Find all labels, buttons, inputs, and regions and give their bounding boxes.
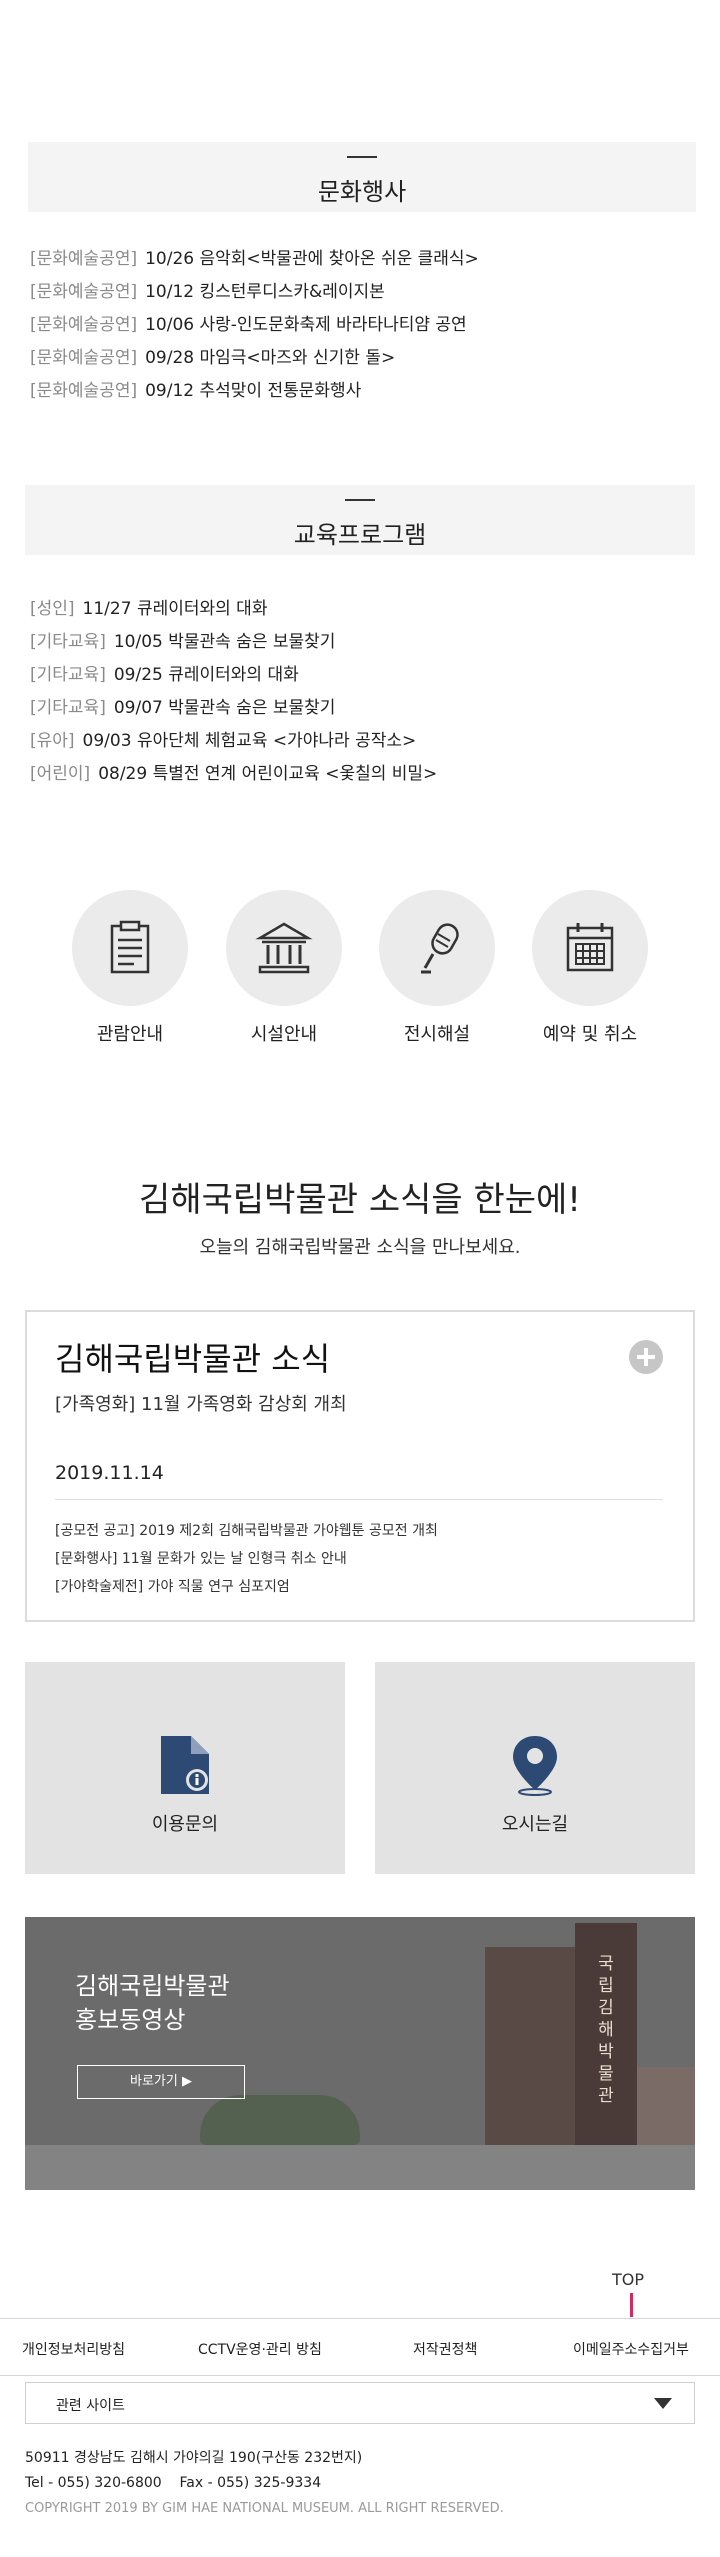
quick-menu: 관람안내 시설안내 전시해설 예약 및 취소 <box>0 890 720 1060</box>
inquiry-tile[interactable]: 이용문의 <box>25 1662 345 1874</box>
education-list: [성인] 11/27 큐레이터와의 대화 [기타교육] 10/05 박물관속 숨은 … <box>30 593 690 791</box>
culture-section-header: 문화행사 <box>28 142 696 212</box>
list-item[interactable]: [문화예술공연] 09/28 마임극<마즈와 신기한 돌> <box>30 342 690 375</box>
building-sign: 국립김해박물관 <box>598 1954 614 2106</box>
location-pin-icon <box>513 1736 557 1796</box>
directions-label: 오시는길 <box>501 1814 569 1835</box>
news-list: [공모전 공고] 2019 제2회 김해국립박물관 가야웹툰 공모전 개최 [문… <box>55 1517 665 1601</box>
quick-menu-facility-guide[interactable]: 시설안내 <box>214 890 354 1046</box>
list-item[interactable]: [문화행사] 11월 문화가 있는 날 인형극 취소 안내 <box>55 1545 665 1573</box>
more-plus-icon[interactable] <box>629 1340 663 1374</box>
quick-menu-reservation[interactable]: 예약 및 취소 <box>520 890 660 1046</box>
trees-image <box>200 2095 360 2145</box>
divider <box>55 1499 663 1500</box>
plaza-image <box>25 2145 695 2190</box>
document-info-icon <box>161 1736 209 1794</box>
list-item[interactable]: [어린이] 08/29 특별전 연계 어린이교육 <옻칠의 비밀> <box>30 758 690 791</box>
directions-tile[interactable]: 오시는길 <box>375 1662 695 1874</box>
footer-link-email[interactable]: 이메일주소수집거부 <box>573 2339 689 2359</box>
calendar-icon <box>566 923 614 972</box>
scroll-top-button[interactable]: TOP <box>612 2270 644 2289</box>
quick-menu-visit-guide[interactable]: 관람안내 <box>60 890 200 1046</box>
list-item[interactable]: [가야학술제전] 가야 직물 연구 심포지엄 <box>55 1573 665 1601</box>
education-section-title: 교육프로그램 <box>293 521 427 549</box>
news-box: 김해국립박물관 소식 [가족영화] 11월 가족영화 감상회 개최 2019.1… <box>25 1310 695 1622</box>
list-item[interactable]: [유아] 09/03 유아단체 체험교육 <가야나라 공작소> <box>30 725 690 758</box>
list-item[interactable]: [공모전 공고] 2019 제2회 김해국립박물관 가야웹툰 공모전 개최 <box>55 1517 665 1545</box>
promo-shortcut-button[interactable]: 바로가기 ▶ <box>77 2065 245 2099</box>
related-sites-label: 관련 사이트 <box>56 2398 125 2414</box>
list-item[interactable]: [문화예술공연] 09/12 추석맞이 전통문화행사 <box>30 375 690 408</box>
list-item[interactable]: [기타교육] 09/07 박물관속 숨은 보물찾기 <box>30 692 690 725</box>
microphone-icon <box>421 923 459 974</box>
culture-section-title: 문화행사 <box>317 178 407 206</box>
top-indicator <box>630 2293 633 2317</box>
news-box-heading: 김해국립박물관 소식 <box>55 1340 331 1378</box>
promo-title: 김해국립박물관 홍보동영상 <box>75 1972 230 2034</box>
inquiry-label: 이용문의 <box>151 1814 219 1835</box>
chevron-down-icon <box>654 2398 672 2409</box>
list-item[interactable]: [문화예술공연] 10/26 음악회<박물관에 찾아온 쉬운 클래식> <box>30 243 690 276</box>
promo-video-banner[interactable]: 국립김해박물관 김해국립박물관 홍보동영상 바로가기 ▶ <box>25 1917 695 2190</box>
header-divider <box>347 156 377 158</box>
news-date: 2019.11.14 <box>55 1462 164 1484</box>
footer-link-copyright[interactable]: 저작권정책 <box>413 2339 477 2359</box>
footer-link-privacy[interactable]: 개인정보처리방침 <box>22 2339 125 2359</box>
header-divider <box>345 499 375 501</box>
news-lead-link[interactable]: [가족영화] 11월 가족영화 감상회 개최 <box>55 1390 347 1416</box>
clipboard-icon <box>110 920 150 974</box>
list-item[interactable]: [문화예술공연] 10/06 사랑-인도문화축제 바라타나티얌 공연 <box>30 309 690 342</box>
footer-address: 50911 경상남도 김해시 가야의길 190(구산동 232번지) <box>25 2450 363 2466</box>
footer-links: 개인정보처리방침 CCTV운영·관리 방침 저작권정책 이메일주소수집거부 <box>0 2318 720 2376</box>
related-sites-select[interactable]: 관련 사이트 <box>25 2382 695 2424</box>
news-section-title: 김해국립박물관 소식을 한눈에! <box>139 1180 581 1220</box>
list-item[interactable]: [기타교육] 09/25 큐레이터와의 대화 <box>30 659 690 692</box>
footer-contact: Tel - 055) 320-6800 Fax - 055) 325-9334 <box>25 2475 322 2491</box>
education-section-header: 교육프로그램 <box>25 485 695 555</box>
footer-copyright: COPYRIGHT 2019 BY GIM HAE NATIONAL MUSEU… <box>25 2501 504 2516</box>
list-item[interactable]: [기타교육] 10/05 박물관속 숨은 보물찾기 <box>30 626 690 659</box>
list-item[interactable]: [문화예술공연] 10/12 킹스턴루디스카&레이지본 <box>30 276 690 309</box>
culture-list: [문화예술공연] 10/26 음악회<박물관에 찾아온 쉬운 클래식> [문화예술… <box>30 243 690 408</box>
news-section-subtitle: 오늘의 김해국립박물관 소식을 만나보세요. <box>199 1237 521 1258</box>
quick-menu-exhibition-guide[interactable]: 전시해설 <box>367 890 507 1046</box>
list-item[interactable]: [성인] 11/27 큐레이터와의 대화 <box>30 593 690 626</box>
museum-building-icon <box>255 922 313 974</box>
footer-link-cctv[interactable]: CCTV운영·관리 방침 <box>198 2339 322 2359</box>
